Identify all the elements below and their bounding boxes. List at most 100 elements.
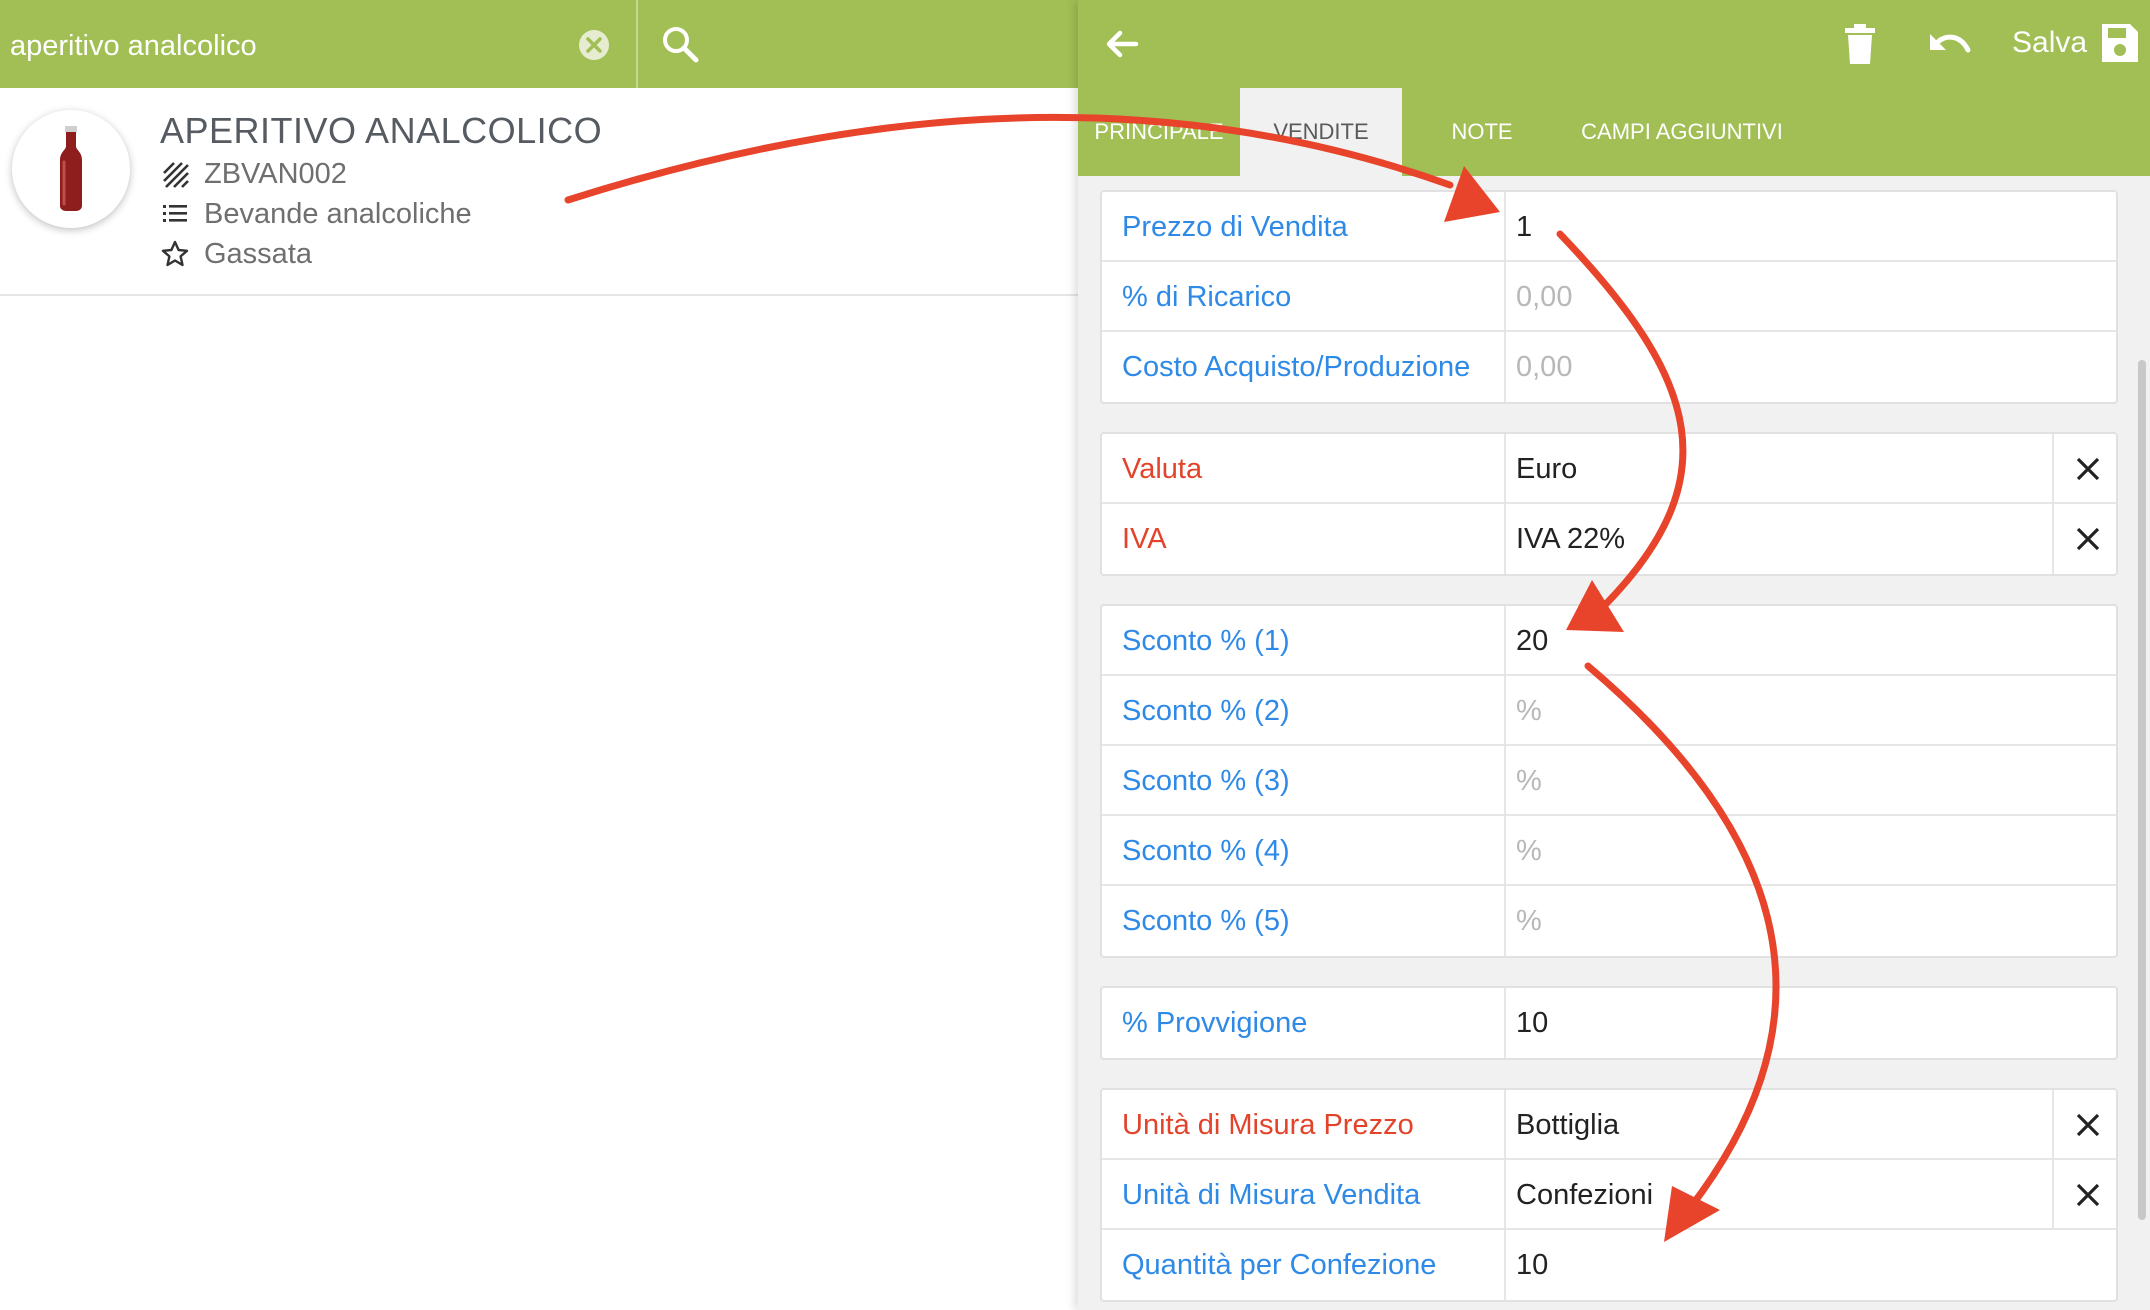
field-valuta[interactable]: Valuta Euro	[1102, 434, 2116, 504]
provvigione-input[interactable]	[1516, 996, 2106, 1050]
sconto-5-input[interactable]	[1516, 894, 2106, 948]
arrow-left-icon[interactable]	[1098, 20, 1146, 68]
field-label: Prezzo di Vendita	[1122, 211, 1348, 243]
search-icon[interactable]	[658, 22, 704, 68]
field-sconto-5: Sconto % (5)	[1102, 886, 2116, 956]
sconto-4-input[interactable]	[1516, 824, 2106, 878]
field-separator	[2052, 434, 2054, 502]
prezzo-vendita-input[interactable]	[1516, 200, 2106, 254]
close-icon[interactable]	[2074, 1111, 2102, 1139]
field-label: % di Ricarico	[1122, 281, 1292, 313]
clear-circle-icon[interactable]	[574, 25, 614, 65]
field-label: Sconto % (4)	[1122, 835, 1290, 867]
product-list-item[interactable]: APERITIVO ANALCOLICO ZBVAN002 Bevande an…	[0, 88, 1078, 296]
commission-card: % Provvigione	[1100, 986, 2118, 1060]
field-separator	[1504, 262, 1506, 330]
field-separator	[1504, 988, 1506, 1058]
field-label: IVA	[1122, 523, 1167, 555]
field-label: Sconto % (5)	[1122, 905, 1290, 937]
field-unita-misura-prezzo[interactable]: Unità di Misura Prezzo Bottiglia	[1102, 1090, 2116, 1160]
field-costo-acquisto: Costo Acquisto/Produzione	[1102, 332, 2116, 402]
product-attribute: Gassata	[204, 237, 312, 270]
field-label: Sconto % (1)	[1122, 625, 1290, 657]
discounts-card: Sconto % (1) Sconto % (2) Sconto % (3) S…	[1100, 604, 2118, 958]
field-quantita-confezione: Quantità per Confezione	[1102, 1230, 2116, 1300]
close-icon[interactable]	[2074, 525, 2102, 553]
sconto-2-input[interactable]	[1516, 684, 2106, 738]
field-separator	[1504, 886, 1506, 956]
field-separator	[1504, 1230, 1506, 1300]
search-divider	[636, 0, 638, 88]
field-sconto-3: Sconto % (3)	[1102, 746, 2116, 816]
tab-campi-aggiuntivi[interactable]: CAMPI AGGIUNTIVI	[1562, 88, 1802, 176]
field-sconto-2: Sconto % (2)	[1102, 676, 2116, 746]
field-separator	[1504, 1090, 1506, 1158]
field-separator	[1504, 434, 1506, 502]
field-separator	[2052, 504, 2054, 574]
save-button-label[interactable]: Salva	[2012, 26, 2087, 60]
field-label: Unità di Misura Vendita	[1122, 1179, 1421, 1211]
field-sconto-4: Sconto % (4)	[1102, 816, 2116, 886]
prices-card: Prezzo di Vendita % di Ricarico Costo Ac…	[1100, 190, 2118, 404]
sconto-3-input[interactable]	[1516, 754, 2106, 808]
floppy-disk-icon[interactable]	[2098, 20, 2142, 66]
unita-vendita-value[interactable]: Confezioni	[1516, 1160, 1653, 1230]
product-avatar	[12, 110, 130, 228]
field-separator	[2052, 1160, 2054, 1228]
field-label: Quantità per Confezione	[1122, 1249, 1437, 1281]
tab-principale[interactable]: PRINCIPALE	[1078, 88, 1240, 176]
units-card: Unità di Misura Prezzo Bottiglia Unità d…	[1100, 1088, 2118, 1302]
product-category-row: Bevande analcoliche	[160, 196, 472, 232]
sconto-1-input[interactable]	[1516, 614, 2106, 668]
field-label: Sconto % (2)	[1122, 695, 1290, 727]
product-code: ZBVAN002	[204, 157, 347, 190]
close-icon[interactable]	[2074, 1181, 2102, 1209]
detail-tabs: PRINCIPALE VENDITE NOTE CAMPI AGGIUNTIVI	[1078, 88, 2150, 176]
field-provvigione: % Provvigione	[1102, 988, 2116, 1058]
detail-toolbar: Salva	[1078, 0, 2150, 88]
product-list-pane: APERITIVO ANALCOLICO ZBVAN002 Bevande an…	[0, 0, 1078, 1310]
iva-value[interactable]: IVA 22%	[1516, 504, 1625, 574]
trash-icon[interactable]	[1838, 20, 1882, 68]
field-separator	[1504, 606, 1506, 674]
tab-vendite[interactable]: VENDITE	[1240, 88, 1402, 176]
product-detail-pane: Salva PRINCIPALE VENDITE NOTE CAMPI AGGI…	[1078, 0, 2150, 1310]
tab-note[interactable]: NOTE	[1402, 88, 1562, 176]
scrollbar[interactable]	[2138, 360, 2146, 1220]
bottle-icon	[60, 126, 82, 211]
valuta-value[interactable]: Euro	[1516, 434, 1577, 504]
ricarico-input[interactable]	[1516, 270, 2106, 324]
costo-acquisto-input[interactable]	[1516, 340, 2106, 394]
field-label: Unità di Misura Prezzo	[1122, 1109, 1414, 1141]
field-label: Sconto % (3)	[1122, 765, 1290, 797]
search-input[interactable]	[10, 22, 570, 70]
field-iva[interactable]: IVA IVA 22%	[1102, 504, 2116, 574]
field-label: Costo Acquisto/Produzione	[1122, 351, 1471, 383]
close-icon[interactable]	[2074, 455, 2102, 483]
field-separator	[1504, 192, 1506, 260]
undo-icon[interactable]	[1926, 22, 1974, 66]
field-separator	[1504, 676, 1506, 744]
field-label: Valuta	[1122, 453, 1203, 485]
field-unita-misura-vendita[interactable]: Unità di Misura Vendita Confezioni	[1102, 1160, 2116, 1230]
field-prezzo-vendita: Prezzo di Vendita	[1102, 192, 2116, 262]
field-separator	[1504, 816, 1506, 884]
star-outline-icon	[161, 240, 189, 267]
product-category: Bevande analcoliche	[204, 197, 472, 230]
field-separator	[1504, 1160, 1506, 1228]
tax-card: Valuta Euro IVA IVA 22%	[1100, 432, 2118, 576]
field-separator	[1504, 746, 1506, 814]
field-separator	[1504, 332, 1506, 402]
field-separator	[2052, 1090, 2054, 1158]
quantita-confezione-input[interactable]	[1516, 1238, 2106, 1292]
product-attribute-row: Gassata	[160, 236, 312, 272]
search-bar	[0, 0, 1078, 88]
product-title: APERITIVO ANALCOLICO	[160, 110, 603, 151]
field-sconto-1: Sconto % (1)	[1102, 606, 2116, 676]
product-code-row: ZBVAN002	[160, 156, 347, 192]
field-label: % Provvigione	[1122, 1007, 1308, 1039]
field-ricarico: % di Ricarico	[1102, 262, 2116, 332]
unita-prezzo-value[interactable]: Bottiglia	[1516, 1090, 1619, 1160]
list-icon	[163, 205, 187, 222]
barcode-stripes-icon	[163, 162, 189, 188]
